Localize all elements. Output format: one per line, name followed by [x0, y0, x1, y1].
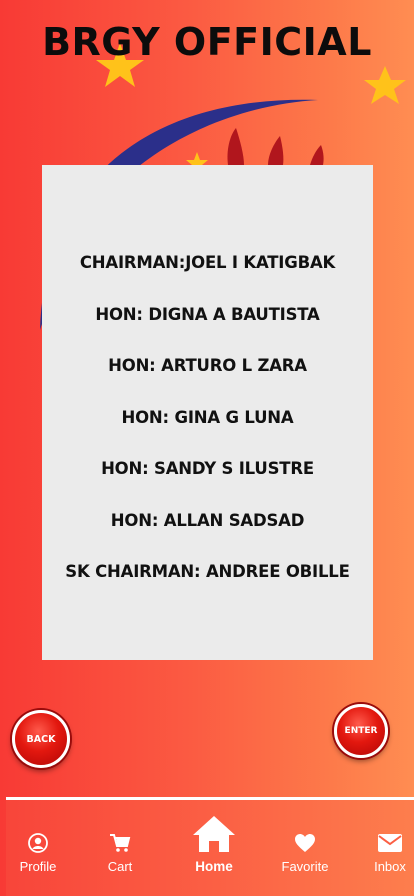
- back-button[interactable]: BACK: [12, 710, 70, 768]
- heart-icon: [295, 834, 315, 852]
- nav-cart[interactable]: Cart: [98, 833, 142, 874]
- enter-button[interactable]: ENTER: [334, 704, 388, 758]
- mail-icon: [378, 834, 402, 852]
- official-kagawad: HON: ARTURO L ZARA: [108, 356, 307, 375]
- flame-shape: [310, 145, 324, 165]
- nav-profile[interactable]: Profile: [12, 833, 64, 874]
- bottom-nav: Profile Cart Home Favorite Inbox: [6, 797, 414, 896]
- star-icon: [364, 66, 406, 104]
- nav-inbox-label: Inbox: [374, 859, 406, 874]
- nav-favorite-label: Favorite: [281, 859, 329, 874]
- official-kagawad: HON: ALLAN SADSAD: [110, 510, 305, 530]
- profile-icon: [28, 833, 48, 853]
- home-icon: [193, 816, 235, 852]
- official-kagawad: HON: GINA G LUNA: [121, 407, 294, 427]
- official-kagawad: HON: DIGNA A BAUTISTA: [95, 304, 320, 324]
- flame-shape: [268, 136, 284, 165]
- nav-profile-label: Profile: [19, 859, 57, 874]
- official-chairman: CHAIRMAN:JOEL I KATIGBAK: [79, 253, 336, 272]
- nav-cart-label: Cart: [107, 859, 133, 874]
- cart-icon: [110, 834, 131, 852]
- nav-home[interactable]: Home: [186, 815, 242, 874]
- officials-card: CHAIRMAN:JOEL I KATIGBAK HON: DIGNA A BA…: [42, 165, 373, 660]
- official-kagawad: HON: SANDY S ILUSTRE: [101, 459, 314, 478]
- page-title: BRGY OFFICIAL: [42, 20, 372, 64]
- official-sk-chairman: SK CHAIRMAN: ANDREE OBILLE: [65, 562, 350, 581]
- nav-favorite[interactable]: Favorite: [274, 833, 336, 874]
- flame-shape: [227, 128, 244, 165]
- nav-home-label: Home: [195, 859, 233, 874]
- nav-inbox[interactable]: Inbox: [366, 833, 414, 874]
